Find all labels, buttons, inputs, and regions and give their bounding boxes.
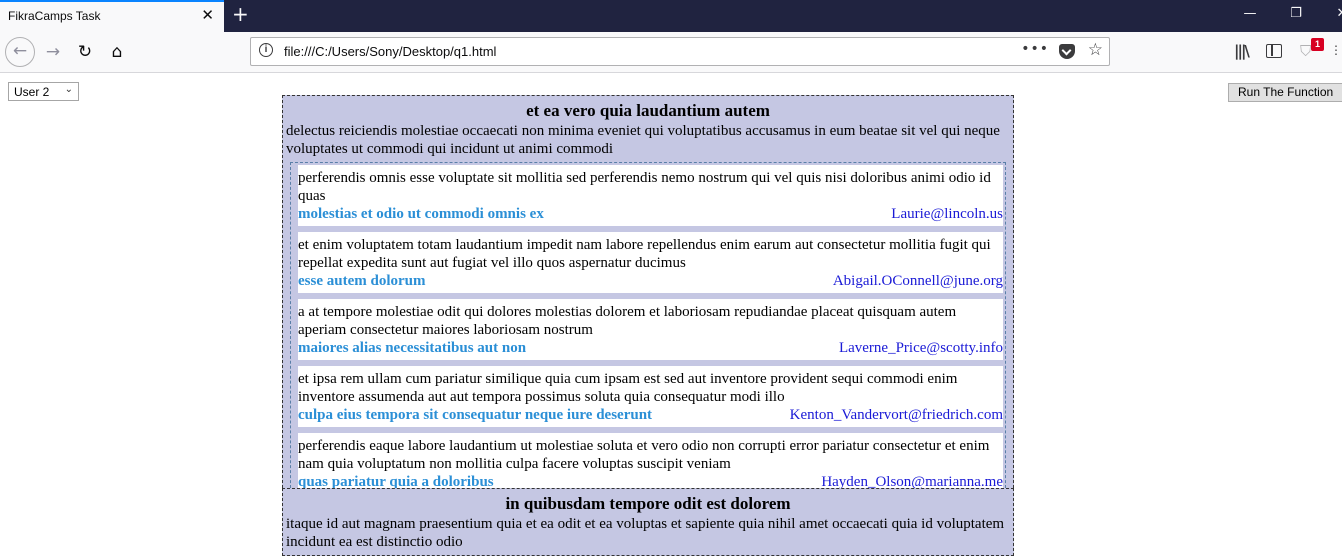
post-body: delectus reiciendis molestiae occaecati …	[286, 123, 1000, 157]
comment-name: culpa eius tempora sit consequatur neque…	[298, 407, 653, 423]
comment-item: et ipsa rem ullam cum pariatur similique…	[298, 366, 1003, 427]
bookmark-star-icon[interactable]: ☆	[1088, 40, 1103, 60]
comment-body: a at tempore molestiae odit qui dolores …	[298, 304, 957, 338]
tab-title: FikraCamps Task	[8, 9, 101, 23]
minimize-icon[interactable]: —	[1227, 6, 1273, 21]
post-body: itaque id aut magnam praesentium quia et…	[286, 516, 1005, 550]
url-bar[interactable]: i file:///C:/Users/Sony/Desktop/q1.html …	[250, 37, 1110, 66]
window-close-icon[interactable]: ✕	[1319, 6, 1342, 21]
comments-list: perferendis omnis esse voluptate sit mol…	[290, 162, 1006, 498]
tab-bar: FikraCamps Task ✕ + — ❐ ✕	[0, 0, 1342, 32]
home-icon[interactable]: ⌂	[104, 39, 130, 65]
comment-body: perferendis omnis esse voluptate sit mol…	[298, 170, 991, 204]
comment-item: perferendis eaque labore laudantium ut m…	[298, 433, 1003, 494]
page-actions-icon[interactable]: •••	[1021, 41, 1049, 57]
comment-meta: culpa eius tempora sit consequatur neque…	[298, 406, 1003, 424]
chevron-down-icon: ⌄	[64, 84, 73, 95]
comment-item: a at tempore molestiae odit qui dolores …	[298, 299, 1003, 360]
user-select[interactable]: User 2 ⌄	[8, 82, 79, 101]
forward-arrow-icon[interactable]: →	[40, 39, 66, 65]
post-title: in quibusdam tempore odit est dolorem	[505, 494, 791, 513]
post-card: et ea vero quia laudantium autem delectu…	[282, 95, 1014, 503]
library-icon[interactable]: |||\	[1234, 42, 1250, 60]
url-text[interactable]: file:///C:/Users/Sony/Desktop/q1.html	[284, 44, 496, 59]
overflow-menu-icon[interactable]: ⋮	[1330, 43, 1342, 57]
comment-meta: maiores alias necessitatibus aut non Lav…	[298, 339, 1003, 357]
sidebar-icon[interactable]	[1266, 44, 1282, 58]
comment-name: molestias et odio ut commodi omnis ex	[298, 206, 544, 222]
pocket-icon[interactable]	[1059, 44, 1075, 59]
close-tab-icon[interactable]: ✕	[201, 6, 214, 24]
restore-icon[interactable]: ❐	[1273, 6, 1319, 21]
post-card: in quibusdam tempore odit est dolorem it…	[282, 488, 1014, 556]
comment-email: Kenton_Vandervort@friedrich.com	[789, 407, 1003, 423]
user-select-value: User 2	[14, 85, 50, 99]
comment-meta: esse autem dolorum Abigail.OConnell@june…	[298, 272, 1003, 290]
tab-active[interactable]: FikraCamps Task ✕	[0, 0, 224, 32]
comment-item: et enim voluptatem totam laudantium impe…	[298, 232, 1003, 293]
comment-body: perferendis eaque labore laudantium ut m…	[298, 438, 990, 472]
comment-email: Laverne_Price@scotty.info	[838, 340, 1003, 356]
comment-body: et ipsa rem ullam cum pariatur similique…	[298, 371, 958, 405]
comment-email: Abigail.OConnell@june.org	[832, 273, 1003, 289]
comment-name: esse autem dolorum	[298, 273, 426, 289]
navigation-toolbar: ← → ↻ ⌂ i file:///C:/Users/Sony/Desktop/…	[0, 32, 1342, 73]
shield-badge: 1	[1311, 38, 1324, 51]
reload-icon[interactable]: ↻	[72, 39, 98, 65]
run-function-button[interactable]: Run The Function	[1228, 83, 1342, 102]
comment-item: perferendis omnis esse voluptate sit mol…	[298, 165, 1003, 226]
comment-body: et enim voluptatem totam laudantium impe…	[298, 237, 991, 271]
post-title: et ea vero quia laudantium autem	[526, 101, 770, 120]
info-icon[interactable]: i	[259, 43, 273, 57]
back-arrow-icon[interactable]: ←	[5, 37, 35, 67]
comment-email: Laurie@lincoln.us	[891, 206, 1003, 222]
comment-name: maiores alias necessitatibus aut non	[298, 340, 527, 356]
comment-meta: molestias et odio ut commodi omnis ex La…	[298, 205, 1003, 223]
new-tab-icon[interactable]: +	[232, 2, 249, 26]
